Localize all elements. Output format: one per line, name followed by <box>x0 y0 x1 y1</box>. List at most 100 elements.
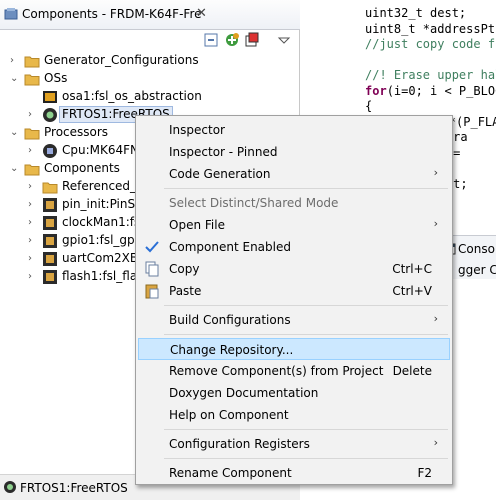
menu-item-open-file[interactable]: Open File › <box>138 214 450 236</box>
menu-item-label: Inspector <box>169 123 225 137</box>
collapsed-icon[interactable]: › <box>28 271 38 283</box>
menu-separator <box>164 429 448 430</box>
code-line: //just copy code fr <box>365 37 496 51</box>
menu-item-label: Open File <box>169 218 225 232</box>
tree-item[interactable]: › Generator_Configurations <box>0 52 300 70</box>
collapsed-icon[interactable] <box>28 91 38 103</box>
paste-icon <box>145 284 159 299</box>
menu-item-shortcut: Ctrl+C <box>392 262 432 276</box>
menu-item-label: Select Distinct/Shared Mode <box>169 196 339 210</box>
menu-item-inspector-pinned[interactable]: Inspector - Pinned <box>138 141 450 163</box>
submenu-arrow-icon: › <box>433 217 438 230</box>
cpu-icon <box>43 144 57 158</box>
tab-debugger-console[interactable]: gger Cons <box>458 263 496 277</box>
add-component-icon[interactable] <box>224 32 240 48</box>
collapsed-icon[interactable]: › <box>28 145 38 157</box>
menu-item-configuration-registers[interactable]: Configuration Registers › <box>138 433 450 455</box>
menu-item-label: Doxygen Documentation <box>169 386 319 400</box>
view-toolbar <box>0 30 300 52</box>
collapsed-icon[interactable]: › <box>28 235 38 247</box>
expanded-icon[interactable]: ⌄ <box>10 163 20 175</box>
submenu-arrow-icon: › <box>433 436 438 449</box>
folder-icon <box>24 164 40 176</box>
menu-item-remove-component-s-from-project[interactable]: Remove Component(s) from Project Delete <box>138 360 450 382</box>
menu-item-shortcut: Delete <box>392 364 432 378</box>
tree-item-label: Cpu:MK64FN <box>62 143 140 157</box>
menu-item-build-configurations[interactable]: Build Configurations › <box>138 309 450 331</box>
menu-item-help-on-component[interactable]: Help on Component <box>138 404 450 426</box>
menu-item-paste[interactable]: Paste Ctrl+V <box>138 280 450 302</box>
os-component-icon <box>43 91 57 103</box>
tab-console[interactable]: Console <box>458 242 496 256</box>
menu-item-code-generation[interactable]: Code Generation › <box>138 163 450 185</box>
menu-separator <box>164 334 448 335</box>
code-line: for(i=0; i < P_BLOC <box>365 83 496 98</box>
collapsed-icon[interactable]: › <box>28 199 38 211</box>
menu-separator <box>164 458 448 459</box>
tree-item-label: pin_init:PinSe <box>62 197 143 211</box>
tree-item-label: Components <box>44 161 120 175</box>
menu-item-component-enabled[interactable]: Component Enabled <box>138 236 450 258</box>
menu-item-label: Copy <box>169 262 200 276</box>
freertos-icon <box>4 481 16 493</box>
tree-item-label: Generator_Configurations <box>44 53 199 67</box>
collapse-all-icon[interactable] <box>203 32 219 48</box>
toolbar-menu-icon[interactable] <box>276 32 292 48</box>
folder-icon <box>24 74 40 86</box>
tree-item-label: osa1:fsl_os_abstraction <box>62 89 202 103</box>
menu-item-doxygen-documentation[interactable]: Doxygen Documentation <box>138 382 450 404</box>
component-icon <box>43 216 57 230</box>
close-icon[interactable]: ✕ <box>196 6 207 21</box>
code-line: { <box>365 99 373 113</box>
folder-icon <box>42 182 58 194</box>
folder-icon <box>24 128 40 140</box>
menu-item-label: Help on Component <box>169 408 289 422</box>
menu-item-label: Remove Component(s) from Project <box>169 364 384 378</box>
menu-item-label: Paste <box>169 284 202 298</box>
expanded-icon[interactable]: ⌄ <box>10 127 20 139</box>
menu-item-rename-component[interactable]: Rename Component F2 <box>138 462 450 484</box>
menu-item-inspector[interactable]: Inspector <box>138 119 450 141</box>
view-title: Components - FRDM-K64F-Fre <box>22 7 202 21</box>
freertos-icon <box>43 108 57 122</box>
context-menu: Inspector Inspector - Pinned Code Generati… <box>135 115 453 485</box>
submenu-arrow-icon: › <box>433 166 438 179</box>
status-text: FRTOS1:FreeRTOS <box>20 481 128 495</box>
menu-item-copy[interactable]: Copy Ctrl+C <box>138 258 450 280</box>
copy-icon <box>145 261 159 277</box>
tree-item-label: clockMan1:fs <box>62 215 141 229</box>
menu-item-label: Configuration Registers <box>169 437 310 451</box>
collapsed-icon[interactable]: › <box>10 55 20 67</box>
tree-item[interactable]: ⌄ OSs <box>0 70 300 88</box>
menu-item-label: Inspector - Pinned <box>169 145 278 159</box>
view-tab[interactable]: Components - FRDM-K64F-Fre ✕ <box>0 0 300 30</box>
tree-item[interactable]: osa1:fsl_os_abstraction <box>0 88 300 106</box>
collapsed-icon[interactable]: › <box>28 253 38 265</box>
component-icon <box>43 198 57 212</box>
tree-item-label: Processors <box>44 125 109 139</box>
components-view-icon <box>4 8 18 20</box>
menu-separator <box>164 305 448 306</box>
collapsed-icon[interactable]: › <box>28 217 38 229</box>
export-icon[interactable] <box>244 32 260 48</box>
menu-item-label: Component Enabled <box>169 240 291 254</box>
menu-item-change-repository[interactable]: Change Repository... <box>138 338 450 360</box>
component-icon <box>43 252 57 266</box>
folder-icon <box>24 56 40 68</box>
menu-item-shortcut: Ctrl+V <box>392 284 432 298</box>
code-line: uint8_t *addressPtr <box>365 21 496 36</box>
menu-item-select-distinct-shared-mode: Select Distinct/Shared Mode <box>138 192 450 214</box>
menu-item-label: Code Generation <box>169 167 271 181</box>
menu-item-label: Rename Component <box>169 466 292 480</box>
collapsed-icon[interactable]: › <box>28 109 38 121</box>
tree-item-label: Referenced_C <box>62 179 145 193</box>
component-icon <box>43 234 57 248</box>
tree-item-label: OSs <box>44 71 68 85</box>
menu-separator <box>164 188 448 189</box>
collapsed-icon[interactable]: › <box>28 181 38 193</box>
menu-item-shortcut: F2 <box>417 466 432 480</box>
tree-item-label: flash1:fsl_flas <box>62 269 144 283</box>
expanded-icon[interactable]: ⌄ <box>10 73 20 85</box>
component-icon <box>43 270 57 284</box>
menu-item-label: Build Configurations <box>169 313 291 327</box>
